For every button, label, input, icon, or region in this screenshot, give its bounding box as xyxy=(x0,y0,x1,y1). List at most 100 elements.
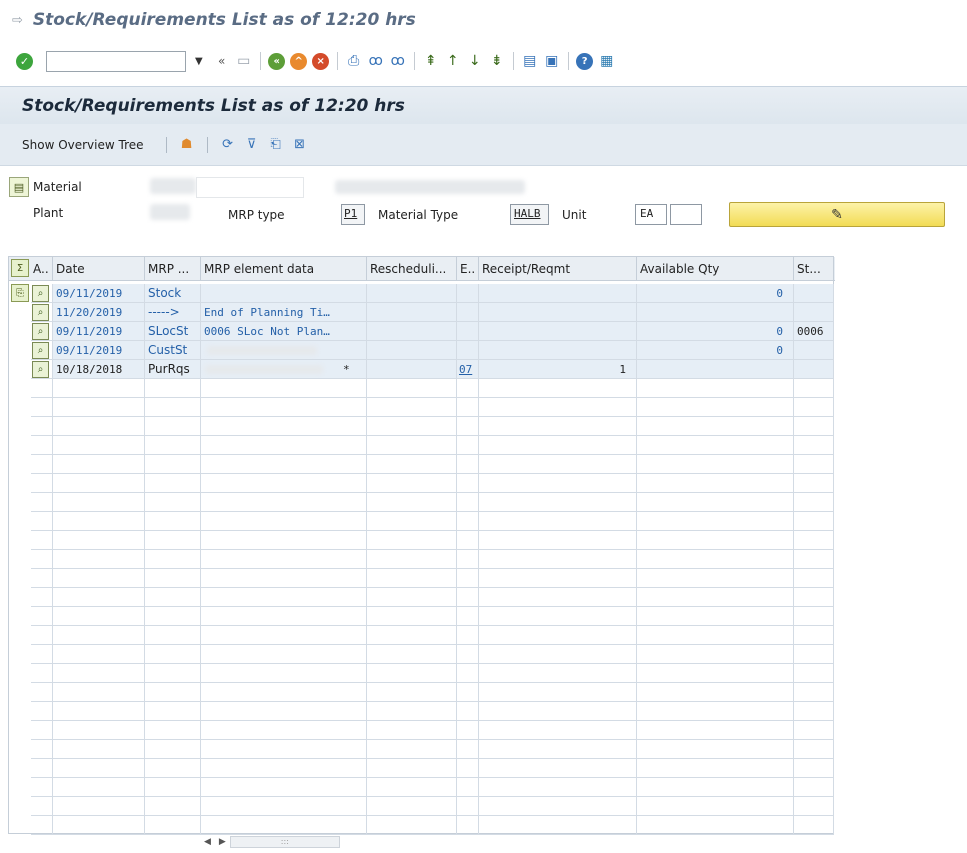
help-icon[interactable]: ? xyxy=(575,51,595,71)
detail-view-icon[interactable]: ⌕ xyxy=(32,342,49,359)
empty-cell xyxy=(31,474,53,493)
command-field[interactable] xyxy=(46,50,186,72)
empty-cell xyxy=(53,759,145,778)
empty-cell xyxy=(637,379,794,398)
collapse-icon[interactable]: « xyxy=(212,51,232,71)
customize-layout-icon[interactable]: ▦ xyxy=(597,51,617,71)
col-header-date[interactable]: Date xyxy=(53,257,145,281)
resch-cell xyxy=(367,284,457,303)
save-icon[interactable]: ▭ xyxy=(234,51,254,71)
previous-page-icon[interactable]: ↑ xyxy=(443,51,463,71)
col-header-a[interactable]: A.. xyxy=(31,257,53,281)
orange-person-icon[interactable]: ☗ xyxy=(178,136,196,154)
empty-row xyxy=(9,797,835,816)
last-page-icon[interactable]: ⇟ xyxy=(487,51,507,71)
col-header-storage[interactable]: St... xyxy=(794,257,834,281)
empty-cell xyxy=(637,588,794,607)
col-header-e[interactable]: E.. xyxy=(457,257,479,281)
material-tree-icon[interactable]: ▤ xyxy=(9,177,29,197)
empty-cell xyxy=(201,531,367,550)
first-page-icon[interactable]: ⇞ xyxy=(421,51,441,71)
empty-cell xyxy=(145,721,201,740)
empty-cell xyxy=(31,740,53,759)
scroll-right-icon[interactable]: ▶ xyxy=(219,837,226,847)
col-header-available-qty[interactable]: Available Qty xyxy=(637,257,794,281)
date-cell: 09/11/2019 xyxy=(53,322,145,341)
shortcut-icon[interactable]: ▣ xyxy=(542,51,562,71)
exit-menu-icon[interactable]: ⇨ xyxy=(12,13,23,28)
empty-cell xyxy=(145,512,201,531)
receipt-cell xyxy=(479,303,637,322)
change-mode-button[interactable]: ✎ xyxy=(729,202,945,227)
empty-cell xyxy=(145,379,201,398)
empty-cell xyxy=(53,379,145,398)
empty-cell xyxy=(201,702,367,721)
table-row[interactable]: ⌕ 10/18/2018 PurRqs * 07 1 xyxy=(9,360,835,379)
command-dropdown-icon[interactable]: ▼ xyxy=(195,56,203,67)
e-cell xyxy=(457,341,479,360)
detail-view-icon[interactable]: ⌕ xyxy=(32,304,49,321)
export-icon[interactable]: ⊠ xyxy=(291,136,309,154)
empty-cell xyxy=(201,683,367,702)
find-icon[interactable]: ꝏ xyxy=(366,51,386,71)
empty-cell xyxy=(53,417,145,436)
col-header-mrp[interactable]: MRP ... xyxy=(145,257,201,281)
empty-cell xyxy=(637,436,794,455)
empty-cell xyxy=(479,569,637,588)
empty-cell xyxy=(367,588,457,607)
table-row[interactable]: ⌕ 09/11/2019 CustSt 0 xyxy=(9,341,835,360)
empty-cell xyxy=(457,493,479,512)
scroll-left-icon[interactable]: ◀ xyxy=(204,837,211,847)
empty-cell xyxy=(53,588,145,607)
empty-cell xyxy=(145,417,201,436)
sum-icon[interactable]: Σ xyxy=(11,259,29,277)
refresh-icon[interactable]: ⟳ xyxy=(219,136,237,154)
table-row[interactable]: ⌕ 09/11/2019 Stock 0 xyxy=(9,284,835,303)
scroll-thumb[interactable]: ::: xyxy=(229,836,340,848)
page-icon[interactable]: ⎗ xyxy=(267,136,285,154)
empty-cell xyxy=(367,531,457,550)
empty-cell xyxy=(457,474,479,493)
plant-value-redacted xyxy=(150,204,190,220)
resch-cell xyxy=(367,322,457,341)
col-header-receipt[interactable]: Receipt/Reqmt xyxy=(479,257,637,281)
mrp-type-field: P1 xyxy=(341,204,365,225)
col-header-element-data[interactable]: MRP element data xyxy=(201,257,367,281)
horizontal-scrollbar[interactable]: ◀ ▶ ::: xyxy=(200,834,360,850)
enter-icon[interactable]: ✓ xyxy=(16,52,33,70)
e-cell-link[interactable]: 07 xyxy=(457,360,479,379)
empty-cell xyxy=(31,455,53,474)
filter-icon[interactable]: ⊽ xyxy=(243,136,261,154)
empty-cell xyxy=(145,797,201,816)
detail-view-icon[interactable]: ⌕ xyxy=(32,361,49,378)
create-session-icon[interactable]: ▤ xyxy=(520,51,540,71)
date-cell: 10/18/2018 xyxy=(53,360,145,379)
empty-cell xyxy=(53,607,145,626)
empty-cell xyxy=(145,626,201,645)
empty-cell xyxy=(31,379,53,398)
next-page-icon[interactable]: ↓ xyxy=(465,51,485,71)
detail-view-icon[interactable]: ⌕ xyxy=(32,323,49,340)
detail-view-icon[interactable]: ⌕ xyxy=(32,285,49,302)
col-header-rescheduling[interactable]: Rescheduli... xyxy=(367,257,457,281)
empty-cell xyxy=(201,759,367,778)
empty-cell xyxy=(201,436,367,455)
table-row[interactable]: ⌕ 09/11/2019 SLocSt 0006 SLoc Not Plan… … xyxy=(9,322,835,341)
available-cell xyxy=(637,360,794,379)
print-icon[interactable]: ⎙ xyxy=(344,51,364,71)
empty-cell xyxy=(367,664,457,683)
empty-cell xyxy=(367,816,457,835)
empty-cell xyxy=(31,721,53,740)
empty-row xyxy=(9,550,835,569)
cancel-icon[interactable]: × xyxy=(311,51,331,71)
find-next-icon[interactable]: ꝏ xyxy=(388,51,408,71)
empty-cell xyxy=(794,740,834,759)
exit-icon[interactable]: ^ xyxy=(289,51,309,71)
back-icon[interactable]: « xyxy=(267,51,287,71)
table-row[interactable]: ⌕ 11/20/2019 -----> End of Planning Ti… xyxy=(9,303,835,322)
show-overview-tree-button[interactable]: Show Overview Tree xyxy=(22,138,144,152)
empty-cell xyxy=(637,531,794,550)
element-cell xyxy=(201,284,367,303)
empty-cell xyxy=(794,531,834,550)
material-type-field: HALB xyxy=(510,204,549,225)
